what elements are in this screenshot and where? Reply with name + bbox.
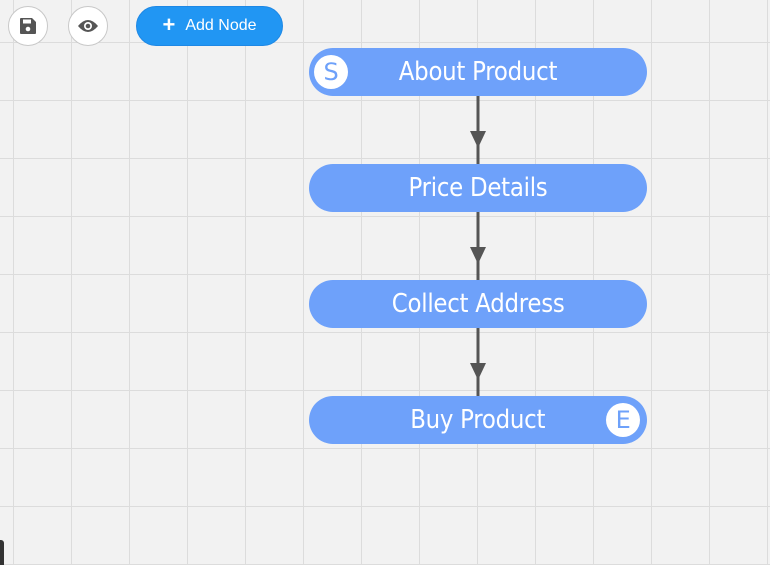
flow-node-price-details[interactable]: Price Details (309, 164, 647, 212)
panel-edge-handle (0, 540, 4, 565)
flow-node-about-product[interactable]: S About Product (309, 48, 647, 96)
node-label: Collect Address (391, 289, 565, 319)
edge-price-to-address[interactable] (470, 211, 486, 280)
node-label: Price Details (408, 173, 548, 203)
flow-canvas[interactable]: S About Product Price Details Collect Ad… (0, 0, 770, 565)
flow-node-collect-address[interactable]: Collect Address (309, 280, 647, 328)
flow-node-buy-product[interactable]: Buy Product E (309, 396, 647, 444)
edge-address-to-buy[interactable] (470, 327, 486, 396)
end-badge: E (606, 403, 640, 437)
start-badge: S (314, 55, 348, 89)
node-label: Buy Product (410, 405, 546, 435)
node-label: About Product (398, 57, 558, 87)
edge-about-to-price[interactable] (470, 95, 486, 164)
